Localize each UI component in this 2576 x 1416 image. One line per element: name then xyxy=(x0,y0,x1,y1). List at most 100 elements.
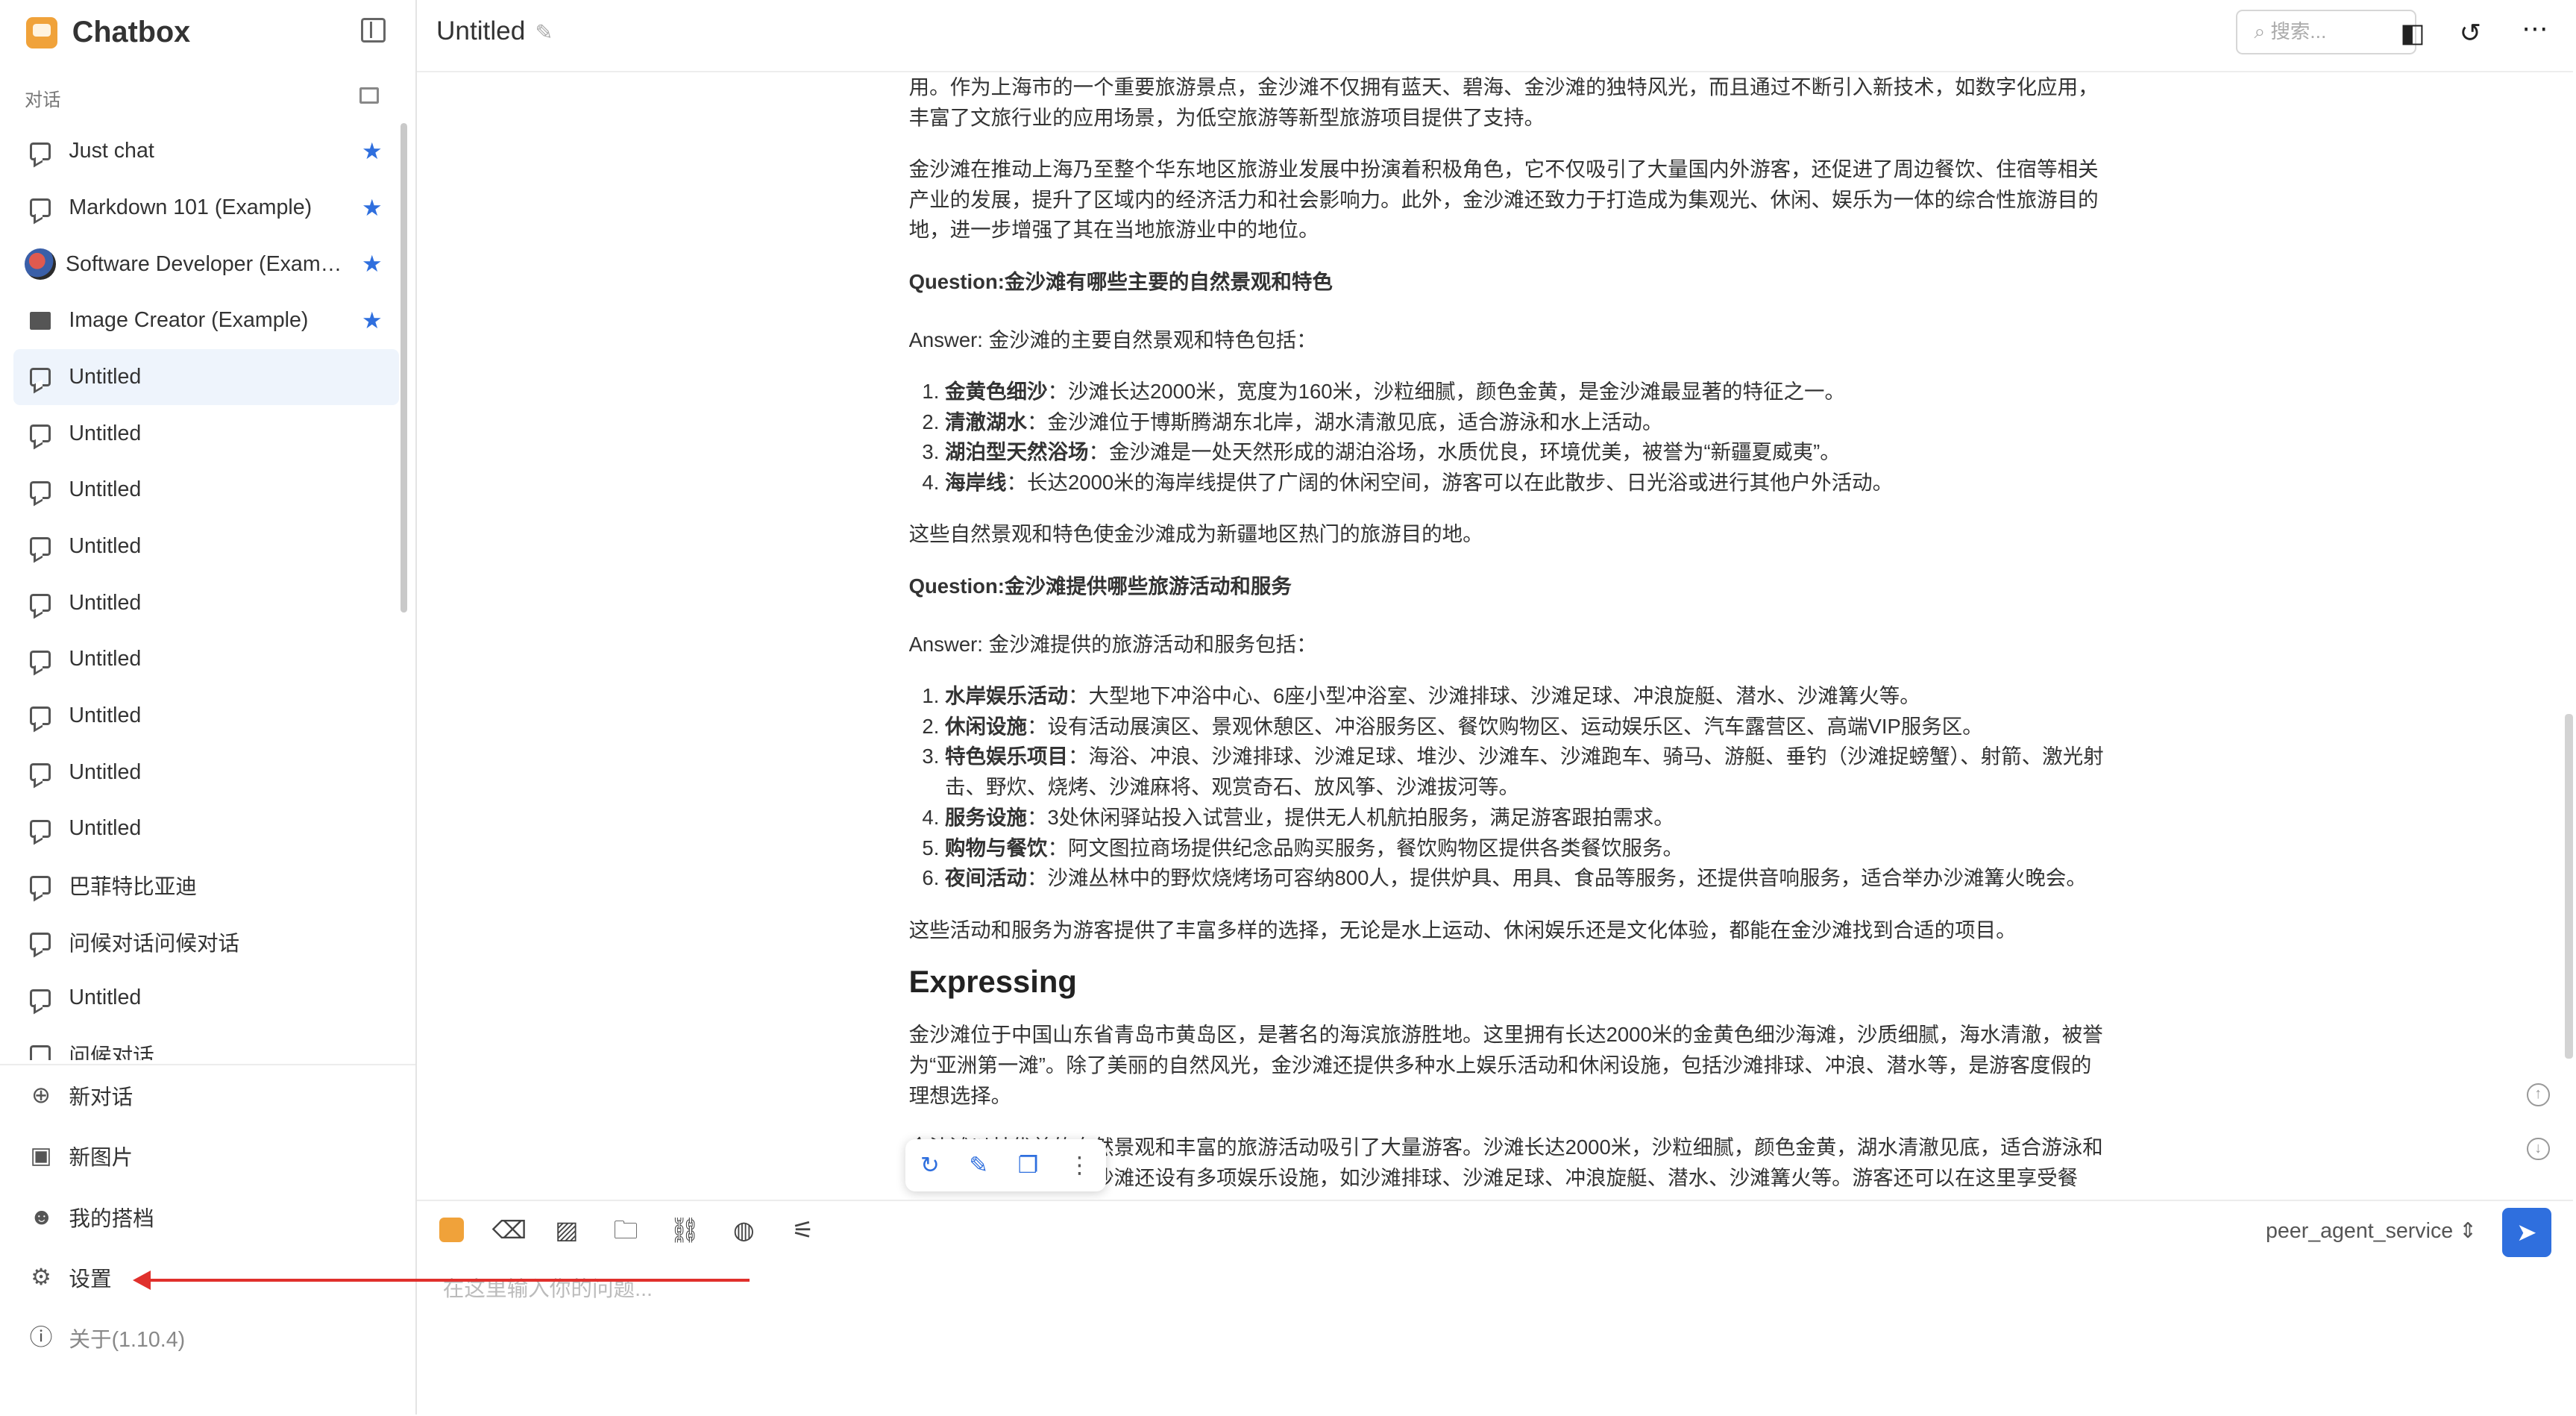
copy-icon[interactable]: ❐ xyxy=(1018,1152,1039,1179)
chat-bubble-icon xyxy=(29,594,51,613)
more-vertical-icon[interactable]: ⋮ xyxy=(1068,1152,1091,1179)
conversation-item[interactable]: 问候对话 xyxy=(13,1027,399,1061)
list-item-key: 特色娱乐项目 xyxy=(944,745,1068,768)
conversations-section-label: 对话 xyxy=(25,90,61,111)
star-icon[interactable]: ★ xyxy=(362,138,383,165)
list-item: 服务设施：3处休闲驿站投入试营业，提供无人机航拍服务，满足游客跟拍需求。 xyxy=(945,803,2107,833)
folder-icon[interactable]: 🗀 xyxy=(610,1215,641,1246)
conversation-label: Untitled xyxy=(69,365,142,389)
model-selector[interactable]: peer_agent_service ⇕ xyxy=(2266,1218,2477,1244)
conversation-item[interactable]: Untitled xyxy=(13,801,399,857)
list-item-text: ：大型地下冲浴中心、6座小型冲浴室、沙滩排球、沙滩足球、冲浪旋艇、潜水、沙滩篝火… xyxy=(1067,683,1920,707)
conversation-item[interactable]: Software Developer (Example) ★ xyxy=(13,236,399,292)
list-item-text: ：沙滩长达2000米，宽度为160米，沙粒细腻，颜色金黄，是金沙滩最显著的特征之… xyxy=(1047,379,1846,403)
copilot-icon[interactable] xyxy=(439,1218,465,1243)
conversation-item[interactable]: 问候对话问候对话 xyxy=(13,913,399,970)
conversation-label: Software Developer (Example) xyxy=(65,251,352,276)
send-button[interactable]: ➤ xyxy=(2501,1207,2551,1257)
archive-icon[interactable] xyxy=(359,87,380,104)
sidebar: Chatbox 对话 Just chat ★ Markdown 101 (Examp… xyxy=(0,0,417,1415)
eraser-icon[interactable]: ⌫ xyxy=(492,1215,527,1246)
conversation-item[interactable]: Untitled xyxy=(13,519,399,575)
scroll-down-icon[interactable]: ↓ xyxy=(2526,1137,2550,1161)
topbar: Untitled ✎ ⌕ 搜索... ◧ ↺ ⋯ xyxy=(416,0,2573,72)
split-view-icon[interactable]: ◧ xyxy=(2400,18,2425,48)
more-options-icon[interactable]: ⋯ xyxy=(2522,13,2548,44)
info-icon: ⓘ xyxy=(29,1324,53,1351)
conversation-item[interactable]: Untitled xyxy=(13,970,399,1027)
chat-bubble-icon xyxy=(29,989,51,1007)
main-panel: Untitled ✎ ⌕ 搜索... ◧ ↺ ⋯ 用。作为上海市的一个重要旅游景点… xyxy=(416,0,2573,1416)
conversation-item[interactable]: Untitled xyxy=(13,462,399,519)
link-icon[interactable]: ⛓ xyxy=(669,1215,700,1246)
list-item-key: 休闲设施 xyxy=(944,714,1027,738)
send-icon: ➤ xyxy=(2516,1218,2537,1246)
new-image-button[interactable]: ▣ 新图片 xyxy=(0,1126,415,1186)
list-item: 水岸娱乐活动：大型地下冲浴中心、6座小型冲浴室、沙滩排球、沙滩足球、冲浪旋艇、潜… xyxy=(945,681,2107,712)
conversation-label: Untitled xyxy=(69,647,142,671)
annotation-arrow xyxy=(133,1270,750,1290)
about-button[interactable]: ⓘ 关于(1.10.4) xyxy=(0,1308,415,1368)
input-toolbar: ⌫ ▨ 🗀 ⛓ ◍ ⚟ xyxy=(439,1215,818,1246)
image-plus-icon: ▣ xyxy=(30,1142,52,1169)
new-chat-button[interactable]: ⊕ 新对话 xyxy=(0,1065,415,1126)
chat-bubble-icon xyxy=(29,650,51,668)
settings-label: 设置 xyxy=(69,1267,112,1291)
conversation-item[interactable]: Image Creator (Example) ★ xyxy=(13,292,399,349)
conversation-label: Untitled xyxy=(69,590,142,615)
chat-bubble-icon xyxy=(29,763,51,782)
chat-bubble-icon xyxy=(29,819,51,838)
conversation-list: Just chat ★ Markdown 101 (Example) ★ Softwar… xyxy=(13,123,399,1061)
message-input[interactable]: 在这里输入你的问题... xyxy=(443,1272,653,1303)
conversation-item[interactable]: Markdown 101 (Example) ★ xyxy=(13,180,399,236)
content-scrollbar[interactable] xyxy=(2564,714,2573,1059)
conversation-item[interactable]: 巴菲特比亚迪 xyxy=(13,857,399,914)
paragraph: 金沙滩在推动上海乃至整个华东地区旅游业发展中扮演着积极角色，它不仅吸引了大量国内… xyxy=(908,157,2099,242)
message-content: 用。作为上海市的一个重要旅游景点，金沙滩不仅拥有蓝天、碧海、金沙滩的独特风光，而… xyxy=(909,72,2107,1200)
globe-icon[interactable]: ◍ xyxy=(729,1215,760,1246)
conversation-label: Untitled xyxy=(69,704,142,728)
pencil-icon[interactable]: ✎ xyxy=(535,21,553,45)
chatbox-logo-icon xyxy=(26,17,57,48)
edit-icon[interactable]: ✎ xyxy=(969,1152,988,1179)
conversation-item[interactable]: Untitled xyxy=(13,574,399,631)
star-icon[interactable]: ★ xyxy=(362,251,383,278)
conversation-item[interactable]: Untitled xyxy=(13,405,399,462)
answer-list: 金黄色细沙：沙滩长达2000米，宽度为160米，沙粒细腻，颜色金黄，是金沙滩最显… xyxy=(909,377,2107,498)
new-image-label: 新图片 xyxy=(69,1146,133,1171)
settings-sliders-icon[interactable]: ⚟ xyxy=(788,1215,819,1246)
history-icon[interactable]: ↺ xyxy=(2460,18,2481,48)
my-copilots-label: 我的搭档 xyxy=(69,1206,154,1231)
chat-bubble-icon xyxy=(29,142,51,160)
conversation-label: 问候对话 xyxy=(69,1044,154,1061)
regenerate-icon[interactable]: ↻ xyxy=(920,1152,940,1179)
conversation-item[interactable]: Untitled xyxy=(13,744,399,801)
list-item-text: ：海浴、冲浪、沙滩排球、沙滩足球、堆沙、沙滩车、沙滩跑车、骑马、游艇、垂钓（沙滩… xyxy=(944,745,2104,799)
conversation-item[interactable]: Just chat ★ xyxy=(13,123,399,180)
answer-intro: Answer: 金沙滩的主要自然景观和特色包括： xyxy=(908,328,1317,351)
sidebar-scrollbar[interactable] xyxy=(400,123,407,613)
conversation-item[interactable]: Untitled xyxy=(13,688,399,745)
chat-bubble-icon xyxy=(29,933,51,951)
chat-title[interactable]: Untitled ✎ xyxy=(436,16,553,46)
star-icon[interactable]: ★ xyxy=(362,307,383,334)
search-icon: ⌕ xyxy=(2254,20,2266,43)
collapse-sidebar-icon[interactable] xyxy=(361,18,386,43)
list-item: 休闲设施：设有活动展演区、景观休憩区、冲浴服务区、餐饮购物区、运动娱乐区、汽车露… xyxy=(945,712,2107,742)
list-item: 特色娱乐项目：海浴、冲浪、沙滩排球、沙滩足球、堆沙、沙滩车、沙滩跑车、骑马、游艇… xyxy=(945,742,2107,802)
about-label: 关于(1.10.4) xyxy=(69,1328,186,1353)
scroll-up-icon[interactable]: ↑ xyxy=(2526,1083,2550,1106)
my-copilots-button[interactable]: ☻ 我的搭档 xyxy=(0,1186,415,1247)
question-heading: Question:金沙滩提供哪些旅游活动和服务 xyxy=(908,574,1292,598)
list-item: 清澈湖水：金沙滩位于博斯腾湖东北岸，湖水清澈见底，适合游泳和水上活动。 xyxy=(945,407,2107,438)
search-input[interactable]: ⌕ 搜索... xyxy=(2236,10,2417,54)
conversation-item[interactable]: Untitled xyxy=(13,348,399,406)
list-item: 购物与餐饮：阿文图拉商场提供纪念品购买服务，餐饮购物区提供各类餐饮服务。 xyxy=(945,833,2107,864)
answer-outro: 这些活动和服务为游客提供了丰富多样的选择，无论是水上运动、休闲娱乐还是文化体验，… xyxy=(908,918,2017,942)
image-icon[interactable]: ▨ xyxy=(551,1215,582,1246)
chat-bubble-icon xyxy=(29,368,51,386)
star-icon[interactable]: ★ xyxy=(362,195,383,222)
conversation-item[interactable]: Untitled xyxy=(13,631,399,688)
conversation-label: Markdown 101 (Example) xyxy=(69,195,312,219)
settings-button[interactable]: ⚙ 设置 xyxy=(0,1247,415,1308)
